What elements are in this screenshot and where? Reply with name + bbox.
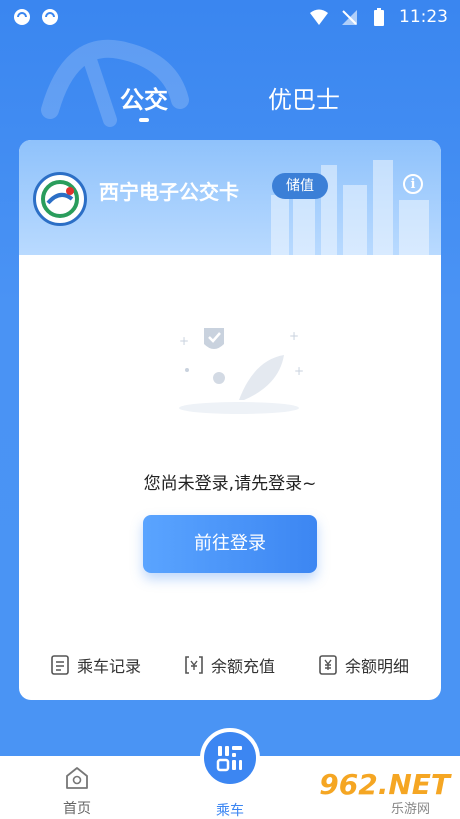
status-bar: 11:23: [0, 0, 460, 34]
ride-qr-button[interactable]: [200, 728, 260, 788]
go-login-button[interactable]: 前往登录: [143, 515, 317, 573]
yen-detail-icon: [319, 655, 337, 675]
ride-records-button[interactable]: 乘车记录: [51, 653, 141, 677]
watermark-logo: 962.NET: [319, 768, 450, 801]
stored-value-badge: 储值: [272, 173, 328, 199]
balance-details-label: 余额明细: [344, 657, 409, 676]
tab-bus-label: 公交: [120, 86, 168, 114]
home-icon: [37, 764, 117, 796]
sync-icon: [40, 7, 60, 27]
tab-youbus-label: 优巴士: [268, 86, 340, 114]
nav-ride-label: 乘车: [216, 803, 244, 819]
nav-home[interactable]: 首页: [37, 756, 117, 818]
tab-bus[interactable]: 公交: [120, 80, 168, 130]
xining-card-logo: [33, 172, 87, 226]
svg-text:+: +: [179, 334, 189, 348]
balance-recharge-button[interactable]: 余额充值: [185, 653, 275, 677]
info-icon[interactable]: i: [403, 174, 423, 194]
tab-active-indicator: [139, 118, 149, 122]
wifi-icon: [309, 7, 329, 27]
nav-home-label: 首页: [63, 801, 91, 817]
balance-recharge-label: 余额充值: [210, 657, 275, 676]
battery-icon: [369, 7, 389, 27]
qr-code-icon: [216, 746, 242, 772]
card-title: 西宁电子公交卡: [99, 180, 239, 204]
no-signal-icon: [339, 7, 359, 27]
city-skyline-decoration: [271, 160, 429, 255]
top-tab-bar: 公交 优巴士: [0, 80, 460, 130]
card-action-bar: 乘车记录 余额充值 余额明细: [19, 645, 441, 685]
bus-card: 西宁电子公交卡 储值 i + + + 您尚未登录,请先登录~ 前往登录 乘车记录: [19, 140, 441, 700]
list-icon: [51, 655, 69, 675]
watermark-sub: 乐游网: [390, 802, 430, 817]
card-header: 西宁电子公交卡 储值 i: [19, 140, 441, 255]
svg-text:+: +: [289, 329, 299, 343]
ride-records-label: 乘车记录: [76, 657, 141, 676]
sync-icon: [12, 7, 32, 27]
tab-youbus[interactable]: 优巴士: [268, 80, 340, 130]
balance-details-button[interactable]: 余额明细: [319, 653, 409, 677]
empty-state-illustration: + + +: [179, 328, 304, 414]
svg-text:+: +: [294, 364, 304, 378]
status-time: 11:23: [399, 7, 448, 27]
login-prompt-text: 您尚未登录,请先登录~: [143, 474, 317, 494]
recharge-icon: [185, 656, 203, 674]
